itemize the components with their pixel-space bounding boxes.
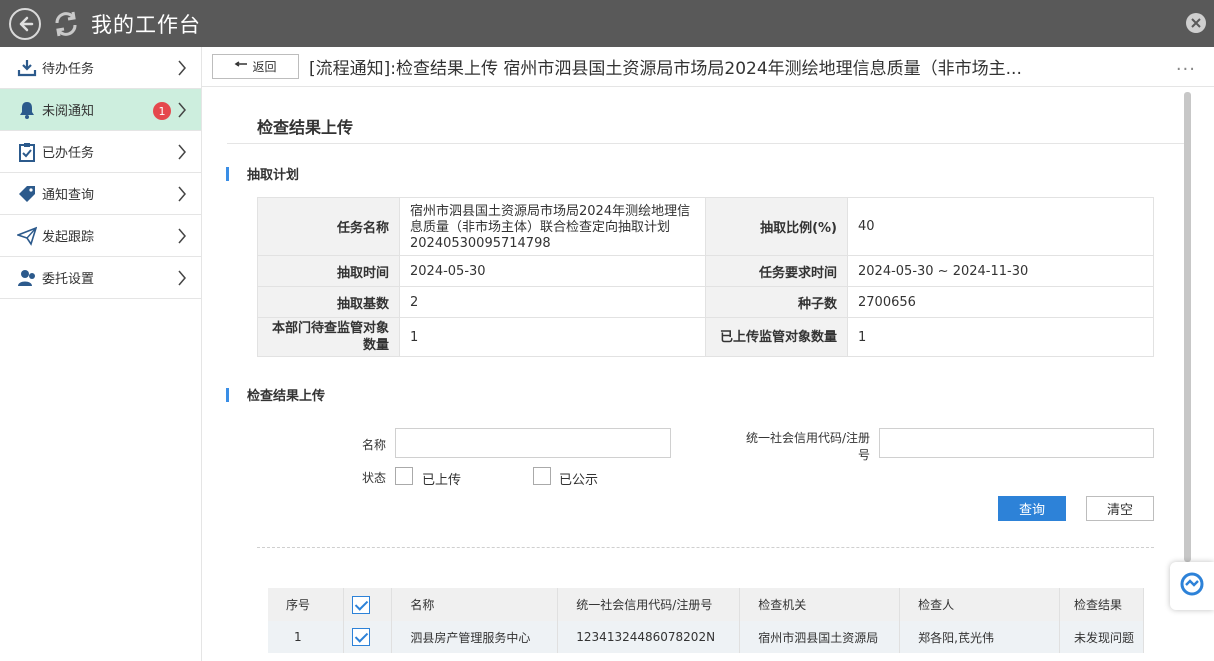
assistant-float-button[interactable] [1170, 562, 1214, 610]
user-delegate-icon [16, 267, 38, 289]
published-checkbox[interactable] [533, 467, 551, 485]
uploaded-count-value: 1 [847, 317, 1154, 357]
back-arrow-icon[interactable] [9, 7, 41, 40]
task-name-label: 任务名称 [257, 197, 400, 256]
task-name-value: 宿州市泗县国土资源局市场局2024年测绘地理信息质量（非市场主体）联合检查定向抽… [399, 197, 706, 256]
upload-section-header: 检查结果上传 [226, 385, 325, 404]
published-checkbox-label: 已公示 [559, 473, 599, 488]
plan-info-table: 任务名称 宿州市泗县国土资源局市场局2024年测绘地理信息质量（非市场主体）联合… [257, 197, 1154, 357]
section-marker [226, 166, 229, 181]
col-name: 名称 [391, 588, 559, 621]
sidebar-item-label: 通知查询 [42, 188, 95, 203]
clipboard-check-icon [16, 141, 38, 163]
flow-title: [流程通知]:检查结果上传 宿州市泗县国土资源局市场局2024年测绘地理信息质量… [309, 59, 1022, 79]
uploaded-count-label: 已上传监管对象数量 [705, 317, 848, 357]
seed-label: 种子数 [705, 286, 848, 318]
sidebar-item-tracking[interactable]: 发起跟踪 [0, 215, 201, 257]
clear-button[interactable]: 清空 [1086, 496, 1154, 521]
col-result: 检查结果 [1059, 588, 1144, 621]
status-label: 状态 [361, 471, 386, 485]
dept-pending-value: 1 [399, 317, 706, 357]
divider [227, 143, 1184, 144]
col-index: 序号 [268, 588, 345, 621]
plan-section-header: 抽取计划 [226, 164, 299, 183]
col-select-all[interactable] [343, 588, 393, 621]
query-button[interactable]: 查询 [998, 496, 1066, 521]
row-checkbox[interactable] [352, 628, 371, 646]
chevron-right-icon [177, 186, 187, 206]
row-name: 泗县房产管理服务中心 [391, 621, 559, 653]
close-icon[interactable] [1186, 13, 1206, 33]
ratio-label: 抽取比例(%) [705, 197, 848, 256]
vertical-scrollbar[interactable] [1184, 92, 1191, 562]
sidebar-item-label: 未阅通知 [42, 104, 95, 119]
row-inspector: 郑各阳,芪光伟 [899, 621, 1060, 653]
row-index: 1 [268, 621, 345, 653]
section-marker [226, 387, 229, 402]
sidebar-item-unread[interactable]: 未阅通知 1 [0, 89, 201, 131]
back-button[interactable]: 返回 [212, 54, 299, 79]
plan-section-title: 抽取计划 [247, 168, 300, 183]
base-count-value: 2 [399, 286, 706, 318]
chevron-right-icon [177, 270, 187, 290]
sidebar: 待办任务 未阅通知 1 已办任务 通知查询 发起跟踪 委托设置 [0, 47, 202, 661]
main-content: 检查结果上传 抽取计划 任务名称 宿州市泗县国土资源局市场局2024年测绘地理信… [202, 88, 1184, 661]
row-agency: 宿州市泗县国土资源局 [739, 621, 901, 653]
col-credit-code: 统一社会信用代码/注册号 [557, 588, 741, 621]
uploaded-checkbox-label: 已上传 [422, 473, 462, 488]
select-all-checkbox[interactable] [352, 595, 371, 614]
required-time-value: 2024-05-30 ~ 2024-11-30 [847, 255, 1154, 287]
row-credit-code: 12341324486078202N [557, 621, 741, 653]
extract-time-label: 抽取时间 [257, 255, 400, 287]
chevron-right-icon [177, 60, 187, 80]
row-result: 未发现问题 [1059, 621, 1144, 653]
col-agency: 检查机关 [739, 588, 901, 621]
base-count-label: 抽取基数 [257, 286, 400, 318]
top-bar: 我的工作台 [0, 0, 1214, 47]
chevron-right-icon [177, 102, 187, 122]
ratio-value: 40 [847, 197, 1154, 256]
refresh-icon[interactable] [51, 9, 81, 39]
sidebar-item-delegate[interactable]: 委托设置 [0, 257, 201, 299]
tag-icon [16, 183, 38, 205]
credit-code-label: 统一社会信用代码/注册号 [745, 431, 870, 462]
uploaded-checkbox[interactable] [395, 467, 413, 485]
upload-section-title: 检查结果上传 [247, 389, 326, 404]
sidebar-item-done[interactable]: 已办任务 [0, 131, 201, 173]
paper-plane-icon [16, 225, 38, 247]
required-time-label: 任务要求时间 [705, 255, 848, 287]
sidebar-item-label: 已办任务 [42, 146, 95, 161]
unread-count-badge: 1 [153, 102, 171, 120]
row-select-cell[interactable] [343, 621, 393, 653]
name-label: 名称 [361, 438, 386, 452]
assistant-icon [1179, 571, 1205, 601]
dept-pending-label: 本部门待查监管对象数量 [257, 317, 400, 357]
result-table: 序号 名称 统一社会信用代码/注册号 检查机关 检查人 检查结果 1 泗县房产管… [268, 588, 1144, 653]
bell-icon [16, 99, 38, 121]
divider [257, 547, 1154, 548]
table-header-row: 序号 名称 统一社会信用代码/注册号 检查机关 检查人 检查结果 [268, 588, 1144, 621]
chevron-right-icon [177, 228, 187, 248]
back-button-label: 返回 [252, 60, 277, 74]
credit-code-input[interactable] [879, 428, 1154, 458]
sidebar-item-todo[interactable]: 待办任务 [0, 47, 201, 89]
inbox-download-icon [16, 57, 38, 79]
extract-time-value: 2024-05-30 [399, 255, 706, 287]
sidebar-item-label: 发起跟踪 [42, 230, 95, 245]
table-row[interactable]: 1 泗县房产管理服务中心 12341324486078202N 宿州市泗县国土资… [268, 621, 1144, 653]
return-arrow-icon [234, 60, 248, 74]
name-input[interactable] [395, 428, 671, 458]
chevron-right-icon [177, 144, 187, 164]
sidebar-item-label: 委托设置 [42, 272, 95, 287]
seed-value: 2700656 [847, 286, 1154, 318]
page-header: 返回 [流程通知]:检查结果上传 宿州市泗县国土资源局市场局2024年测绘地理信… [202, 47, 1214, 87]
col-inspector: 检查人 [899, 588, 1060, 621]
page-title: 检查结果上传 [257, 118, 354, 137]
app-title: 我的工作台 [91, 12, 201, 37]
more-icon[interactable]: ··· [1176, 59, 1196, 80]
sidebar-item-notice-query[interactable]: 通知查询 [0, 173, 201, 215]
sidebar-item-label: 待办任务 [42, 62, 95, 77]
